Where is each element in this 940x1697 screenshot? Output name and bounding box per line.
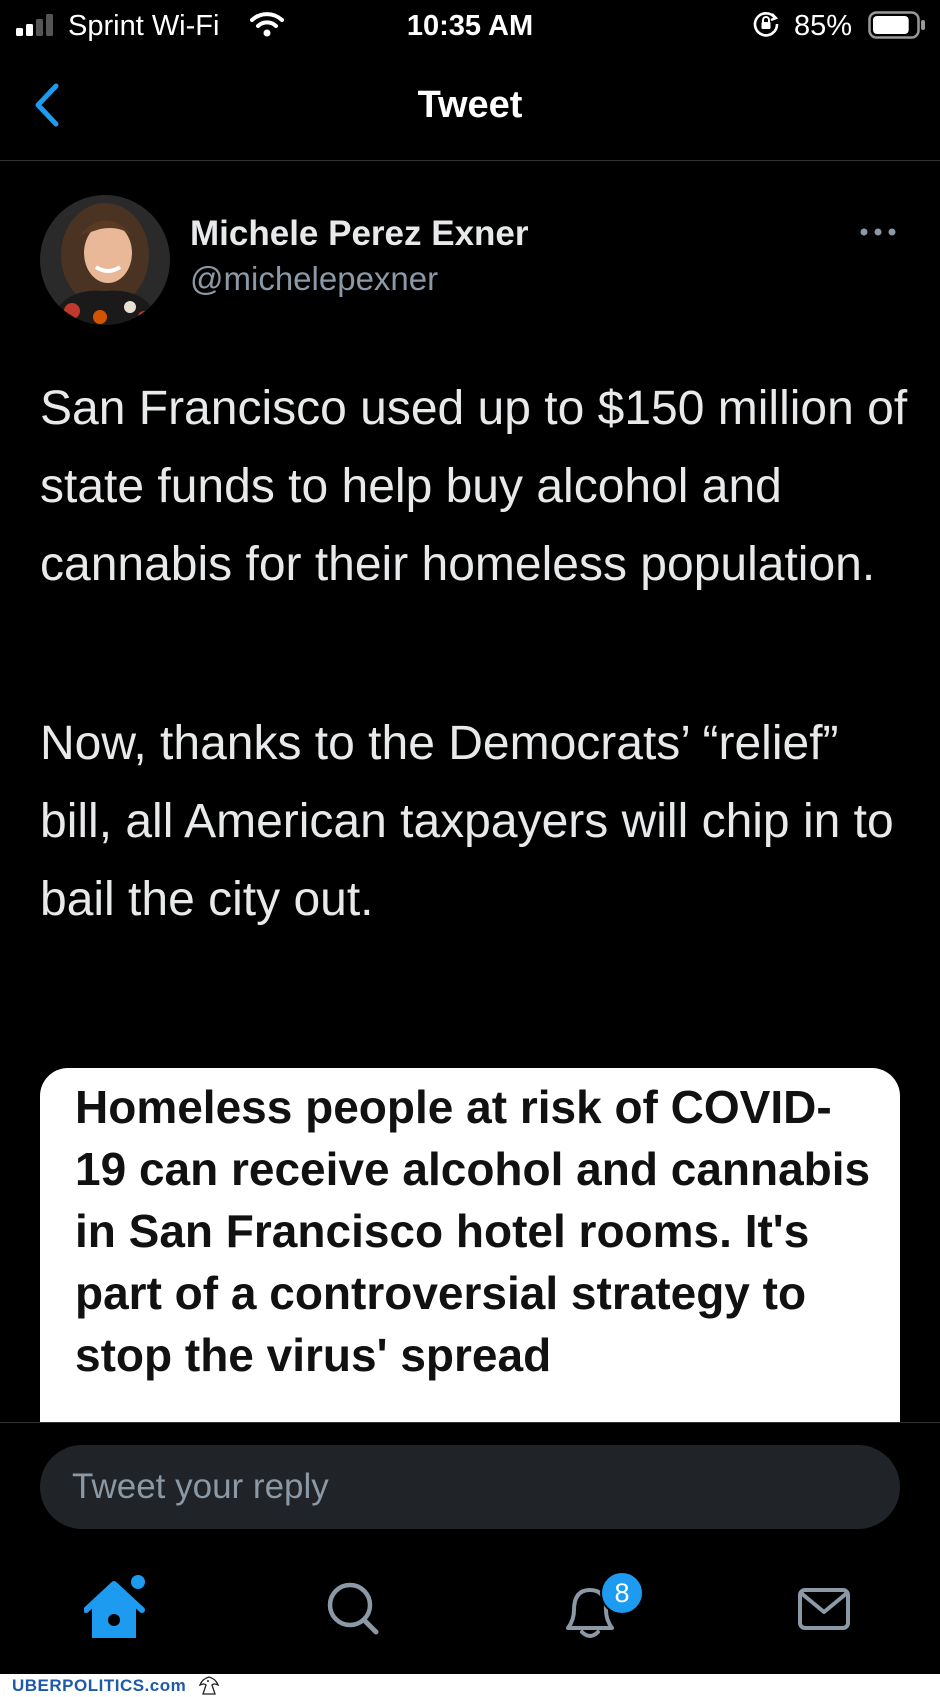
reply-input[interactable]: Tweet your reply bbox=[40, 1445, 900, 1529]
avatar[interactable] bbox=[40, 195, 170, 325]
reply-placeholder: Tweet your reply bbox=[72, 1467, 329, 1506]
rotation-lock-icon bbox=[753, 12, 779, 37]
avatar-image bbox=[40, 195, 170, 325]
header-divider bbox=[0, 160, 940, 161]
status-bar: Sprint Wi-Fi 10:35 AM 85% bbox=[0, 0, 940, 52]
reply-bar: Tweet your reply bbox=[0, 1422, 940, 1569]
more-horizontal-icon[interactable] bbox=[858, 222, 898, 242]
tweet-text-paragraph: San Francisco used up to $150 million of… bbox=[40, 382, 908, 591]
eagle-logo-icon bbox=[198, 1676, 220, 1695]
author-handle[interactable]: @michelepexner bbox=[190, 257, 438, 301]
messages-envelope-icon[interactable] bbox=[790, 1568, 860, 1648]
watermark-bar: UBERPOLITICS.com bbox=[0, 1674, 940, 1697]
battery-percent: 85% bbox=[794, 10, 853, 42]
battery-icon bbox=[868, 11, 925, 39]
tab-bar bbox=[0, 1568, 940, 1676]
home-icon[interactable] bbox=[84, 1568, 154, 1648]
card-headline: Homeless people at risk of COVID-19 can … bbox=[75, 1081, 871, 1381]
page-title: Tweet bbox=[417, 84, 523, 126]
tweet-text-paragraph: Now, thanks to the Democrats’ “relief” b… bbox=[40, 717, 894, 926]
link-preview-card[interactable]: Homeless people at risk of COVID-19 can … bbox=[40, 1068, 900, 1428]
notification-count-badge: 8 bbox=[600, 1571, 644, 1615]
watermark-text: UBERPOLITICS.com bbox=[12, 1676, 187, 1695]
search-icon[interactable] bbox=[318, 1568, 388, 1648]
author-name[interactable]: Michele Perez Exner bbox=[190, 212, 529, 256]
